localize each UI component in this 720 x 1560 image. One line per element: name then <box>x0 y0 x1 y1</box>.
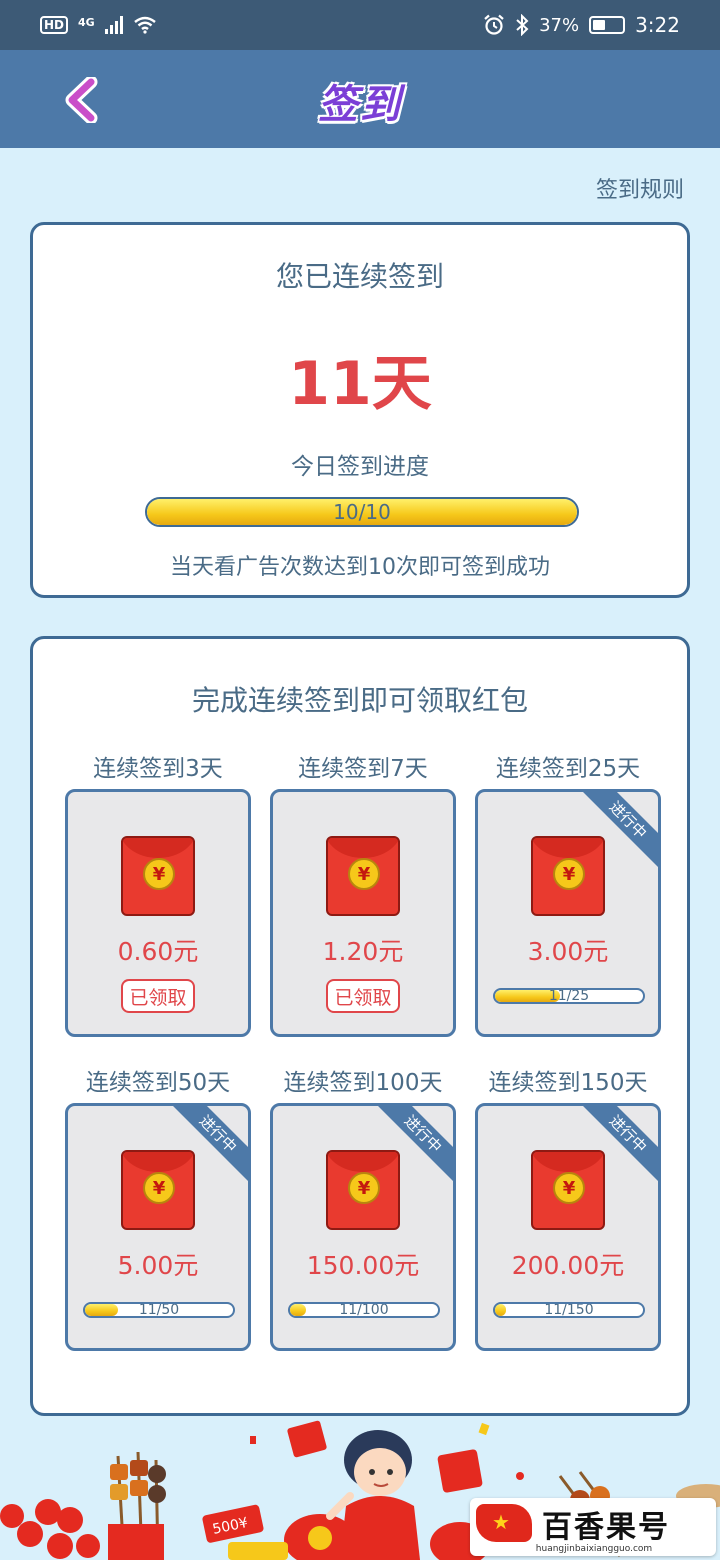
tier-progress-bar: 11/150 <box>493 1302 645 1318</box>
yuan-coin-icon: ¥ <box>348 858 380 890</box>
red-envelope-icon: ¥ <box>326 836 400 916</box>
tier-label: 连续签到100天 <box>283 1070 443 1096</box>
red-envelope-icon: ¥ <box>121 1150 195 1230</box>
yuan-coin-icon: ¥ <box>143 1172 175 1204</box>
claimed-button[interactable]: 已领取 <box>326 979 400 1013</box>
app-header: 签到 <box>0 50 720 148</box>
claimed-button[interactable]: 已领取 <box>121 979 195 1013</box>
hd-badge: HD <box>40 16 69 34</box>
network-label: 4G <box>78 16 95 29</box>
bluetooth-icon <box>516 14 529 36</box>
status-right: 37% 3:22 <box>483 13 680 37</box>
tier-amount: 3.00元 <box>527 937 609 966</box>
tier-progress-text: 11/50 <box>138 1302 180 1318</box>
alarm-icon <box>484 14 504 35</box>
watermark-url: huangjinbaixiangguo.com <box>535 1544 653 1554</box>
tier-amount: 1.20元 <box>322 937 404 966</box>
page-title: 签到 <box>318 82 402 128</box>
tier-progress-bar: 11/25 <box>493 988 645 1004</box>
tier-label: 连续签到25天 <box>495 756 641 782</box>
rewards-title: 完成连续签到即可领取红包 <box>191 684 528 717</box>
tier-amount: 5.00元 <box>117 1251 199 1280</box>
tier-progress-bar: 11/100 <box>288 1302 440 1318</box>
rewards-card: 完成连续签到即可领取红包 连续签到3天 ¥ 0.60元 已领取 连续签到7天 ¥… <box>30 636 690 1416</box>
red-envelope-icon: ¥ <box>121 836 195 916</box>
watermark-brand: 百香果号 <box>542 1510 670 1545</box>
tier-progress-text: 11/100 <box>339 1302 389 1318</box>
signal-icon <box>104 16 123 34</box>
yuan-coin-icon: ¥ <box>553 1172 585 1204</box>
red-envelope-icon: ¥ <box>326 1150 400 1230</box>
brand-logo-icon <box>476 1504 532 1542</box>
red-envelope-icon: ¥ <box>531 836 605 916</box>
tier-box[interactable]: 进行中 ¥ 5.00元 11/50 <box>65 1103 251 1351</box>
sign-in-rules-link[interactable]: 签到规则 <box>596 172 684 204</box>
tier-label: 连续签到150天 <box>488 1070 648 1096</box>
streak-days: 11天 <box>288 349 432 419</box>
today-progress-bar: 10/10 <box>145 497 579 527</box>
tier-progress-bar: 11/50 <box>83 1302 235 1318</box>
tier-label: 连续签到50天 <box>85 1070 231 1096</box>
tier-box[interactable]: 进行中 ¥ 150.00元 11/100 <box>270 1103 456 1351</box>
tier-progress-text: 11/25 <box>548 988 590 1004</box>
tier-box[interactable]: ¥ 0.60元 已领取 <box>65 789 251 1037</box>
tier-amount: 200.00元 <box>511 1251 625 1280</box>
yuan-coin-icon: ¥ <box>143 858 175 890</box>
red-envelope-icon: ¥ <box>531 1150 605 1230</box>
tier-label: 连续签到3天 <box>93 756 223 782</box>
wifi-icon <box>133 16 156 34</box>
battery-percent: 37% <box>539 14 580 36</box>
tier-amount: 150.00元 <box>306 1251 420 1280</box>
streak-card: 您已连续签到 11天 今日签到进度 10/10 当天看广告次数达到10次即可签到… <box>30 222 690 598</box>
today-progress-text: 10/10 <box>333 500 391 524</box>
watermark: 百香果号 huangjinbaixiangguo.com <box>470 1498 716 1556</box>
streak-label: 您已连续签到 <box>275 260 444 293</box>
status-left: HD 4G <box>40 16 157 34</box>
tier-progress-text: 11/150 <box>544 1302 594 1318</box>
yuan-coin-icon: ¥ <box>553 858 585 890</box>
tier-label: 连续签到7天 <box>298 756 428 782</box>
status-bar: HD 4G 37% 3:22 <box>0 0 720 50</box>
tier-box[interactable]: ¥ 1.20元 已领取 <box>270 789 456 1037</box>
tier-box[interactable]: 进行中 ¥ 200.00元 11/150 <box>475 1103 661 1351</box>
tier-amount: 0.60元 <box>117 937 199 966</box>
today-progress-label: 今日签到进度 <box>291 454 429 480</box>
clock: 3:22 <box>635 13 680 37</box>
battery-icon <box>589 16 626 34</box>
tier-box[interactable]: 进行中 ¥ 3.00元 11/25 <box>475 789 661 1037</box>
yuan-coin-icon: ¥ <box>348 1172 380 1204</box>
sign-in-hint: 当天看广告次数达到10次即可签到成功 <box>170 555 550 580</box>
